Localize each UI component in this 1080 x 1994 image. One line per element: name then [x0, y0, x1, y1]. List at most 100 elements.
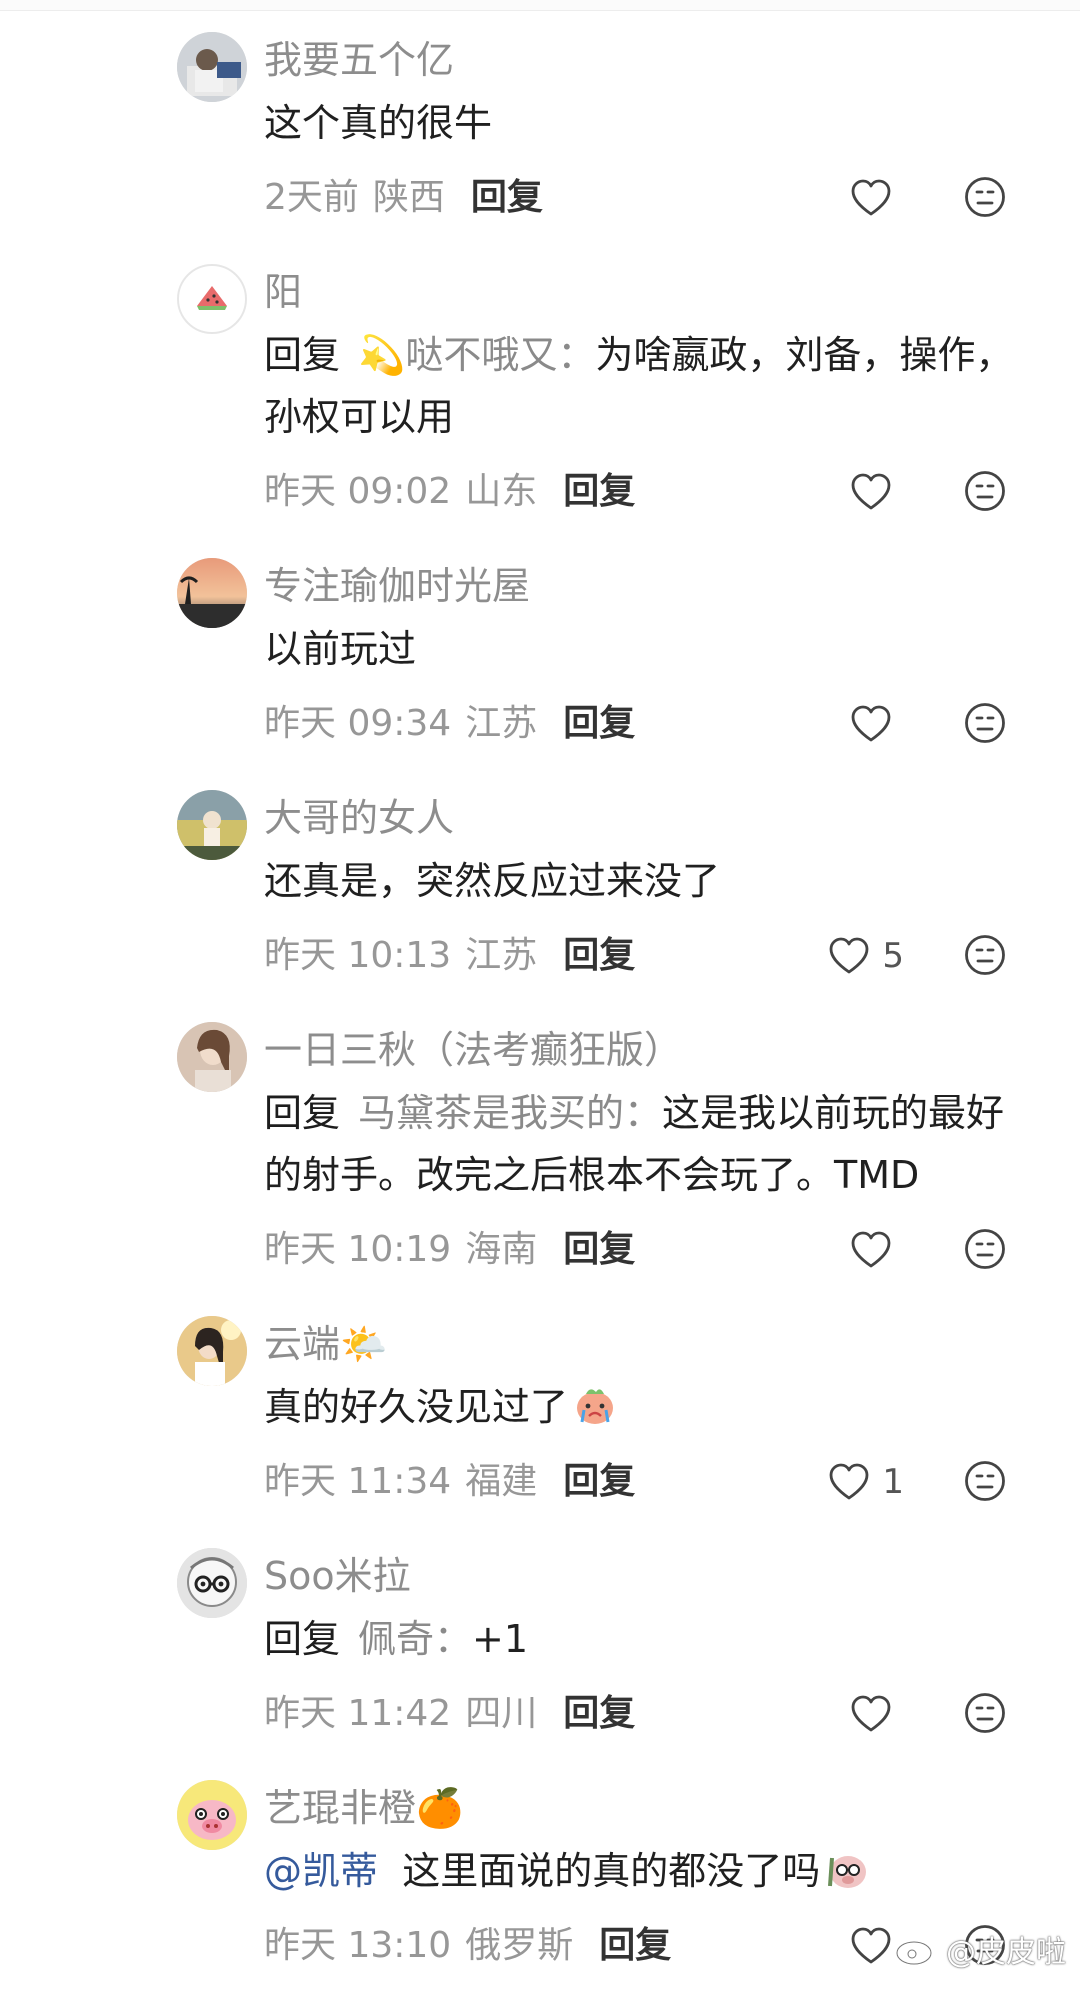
- timestamp: 昨天 09:02: [264, 471, 452, 512]
- avatar[interactable]: [177, 1780, 247, 1850]
- reply-target-user[interactable]: 马黛茶是我买的：: [358, 1091, 662, 1135]
- react-button[interactable]: [964, 934, 1006, 976]
- avatar[interactable]: [177, 558, 247, 628]
- reply-button[interactable]: 回复: [563, 471, 635, 512]
- watermark-text: @皮皮啦: [946, 1935, 1066, 1970]
- avatar[interactable]: [177, 1548, 247, 1618]
- top-divider: [0, 0, 1080, 11]
- reply-button[interactable]: 回复: [471, 177, 543, 218]
- comment-item: 大哥的女人 还真是，突然反应过来没了 昨天 10:13 江苏 回复 5: [0, 772, 1080, 1004]
- like-button[interactable]: [850, 1692, 904, 1736]
- comment-item: 阳 回复 💫哒不哦又：为啥嬴政，刘备，操作，孙权可以用 昨天 09:02 山东 回复: [0, 246, 1080, 540]
- comment-item: Soo米拉 回复 佩奇：+1 昨天 11:42 四川 回复: [0, 1530, 1080, 1762]
- location: 山东: [465, 471, 538, 512]
- reply-button[interactable]: 回复: [563, 935, 635, 976]
- heart-outline-icon: [851, 705, 891, 742]
- neutral-face-icon: [965, 935, 1005, 975]
- location: 俄罗斯: [465, 1925, 574, 1966]
- reply-target-user[interactable]: 💫哒不哦又：: [358, 333, 595, 377]
- comment-meta: 昨天 10:19 海南 回复: [264, 1220, 1040, 1280]
- username[interactable]: 专注瑜伽时光屋: [264, 562, 1040, 610]
- username[interactable]: 一日三秋（法考癫狂版）: [264, 1026, 1040, 1074]
- location: 陕西: [372, 177, 445, 218]
- crying-emoji-icon: [577, 1389, 614, 1424]
- heart-outline-icon: [829, 1463, 869, 1500]
- comment-body: 真的好久没见过了: [264, 1385, 569, 1429]
- neutral-face-icon: [965, 471, 1005, 511]
- avatar[interactable]: [177, 32, 247, 102]
- avatar[interactable]: [177, 264, 247, 334]
- comment-text: 还真是，突然反应过来没了: [264, 850, 1020, 912]
- like-button[interactable]: 1: [828, 1460, 904, 1504]
- reply-button[interactable]: 回复: [599, 1925, 671, 1966]
- comment-text: 回复 💫哒不哦又：为啥嬴政，刘备，操作，孙权可以用: [264, 324, 1020, 448]
- comment-item: 一日三秋（法考癫狂版） 回复 马黛茶是我买的：这是我以前玩的最好的射手。改完之后根…: [0, 1004, 1080, 1298]
- heart-outline-icon: [829, 937, 869, 974]
- comment-body: +1: [472, 1617, 529, 1661]
- location: 福建: [465, 1461, 538, 1502]
- heart-outline-icon: [851, 1927, 891, 1964]
- comment-text: 真的好久没见过了: [264, 1376, 1020, 1438]
- neutral-face-icon: [965, 703, 1005, 743]
- reply-button[interactable]: 回复: [563, 1693, 635, 1734]
- react-button[interactable]: [964, 470, 1006, 512]
- react-button[interactable]: [964, 702, 1006, 744]
- like-button[interactable]: 5: [828, 934, 904, 978]
- neutral-face-icon: [965, 1229, 1005, 1269]
- like-count: 5: [882, 936, 904, 976]
- comment-body: 还真是，突然反应过来没了: [264, 859, 721, 903]
- watermark: @皮皮啦: [894, 1927, 1066, 1971]
- username[interactable]: 云端🌤️: [264, 1320, 1040, 1368]
- neutral-face-icon: [965, 177, 1005, 217]
- username[interactable]: 大哥的女人: [264, 794, 1040, 842]
- comment-meta: 昨天 10:13 江苏 回复 5: [264, 926, 1040, 986]
- username[interactable]: 我要五个亿: [264, 36, 1040, 84]
- reply-button[interactable]: 回复: [563, 1229, 635, 1270]
- mention-link[interactable]: @凯蒂: [264, 1849, 378, 1893]
- like-count: 1: [882, 1462, 904, 1502]
- comment-item: 专注瑜伽时光屋 以前玩过 昨天 09:34 江苏 回复: [0, 540, 1080, 772]
- comment-meta: 昨天 09:34 江苏 回复: [264, 694, 1040, 754]
- pig-emoji-icon: [828, 1856, 867, 1888]
- comment-meta: 2天前 陕西 回复: [264, 168, 1040, 228]
- avatar[interactable]: [177, 1316, 247, 1386]
- like-button[interactable]: [850, 1228, 904, 1272]
- timestamp: 昨天 13:10: [264, 1925, 452, 1966]
- like-button[interactable]: [850, 176, 904, 220]
- comment-body: 这里面说的真的都没了吗: [402, 1849, 821, 1893]
- comment-text: 这个真的很牛: [264, 92, 1020, 154]
- comment-meta: 昨天 11:42 四川 回复: [264, 1684, 1040, 1744]
- username[interactable]: 阳: [264, 268, 1040, 316]
- avatar[interactable]: [177, 1022, 247, 1092]
- react-button[interactable]: [964, 1692, 1006, 1734]
- timestamp: 昨天 11:42: [264, 1693, 452, 1734]
- react-button[interactable]: [964, 1228, 1006, 1270]
- comment-item: 云端🌤️ 真的好久没见过了 昨天 11:34 福建 回复 1: [0, 1298, 1080, 1530]
- comment-text: 以前玩过: [264, 618, 1020, 680]
- avatar[interactable]: [177, 790, 247, 860]
- comment-item: 我要五个亿 这个真的很牛 2天前 陕西 回复: [0, 14, 1080, 246]
- comment-text: 回复 马黛茶是我买的：这是我以前玩的最好的射手。改完之后根本不会玩了。TMD: [264, 1082, 1020, 1206]
- timestamp: 昨天 11:34: [264, 1461, 452, 1502]
- location: 江苏: [465, 703, 538, 744]
- timestamp: 昨天 10:19: [264, 1229, 452, 1270]
- username[interactable]: 艺琨非橙🍊: [264, 1784, 1040, 1832]
- reply-prefix: 回复: [264, 333, 341, 377]
- heart-outline-icon: [851, 1231, 891, 1268]
- username[interactable]: Soo米拉: [264, 1552, 1040, 1600]
- comment-list: 我要五个亿 这个真的很牛 2天前 陕西 回复 阳 回复 💫哒不哦又：为啥嬴政，刘备，操…: [0, 14, 1080, 1994]
- comment-meta: 昨天 09:02 山东 回复: [264, 462, 1040, 522]
- react-button[interactable]: [964, 176, 1006, 218]
- react-button[interactable]: [964, 1460, 1006, 1502]
- heart-outline-icon: [851, 179, 891, 216]
- location: 海南: [465, 1229, 538, 1270]
- reply-target-user[interactable]: 佩奇：: [358, 1617, 472, 1661]
- comment-meta: 昨天 11:34 福建 回复 1: [264, 1452, 1040, 1512]
- reply-button[interactable]: 回复: [563, 1461, 635, 1502]
- reply-button[interactable]: 回复: [563, 703, 635, 744]
- like-button[interactable]: [850, 702, 904, 746]
- location: 江苏: [465, 935, 538, 976]
- like-button[interactable]: [850, 470, 904, 514]
- location: 四川: [465, 1693, 538, 1734]
- comment-text: @凯蒂 这里面说的真的都没了吗: [264, 1840, 1020, 1902]
